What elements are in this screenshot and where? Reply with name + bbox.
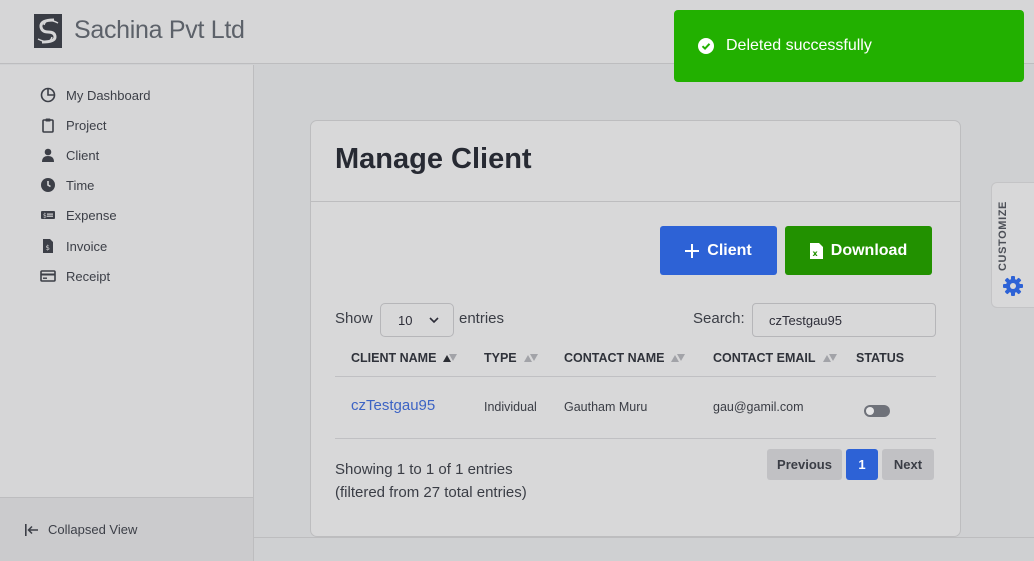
sidebar-item-project[interactable]: Project — [40, 115, 106, 135]
entries-label: entries — [459, 310, 505, 327]
sidebar-item-label: Client — [66, 147, 100, 163]
collapse-view-button[interactable]: Collapsed View — [24, 522, 137, 537]
sort-icon — [822, 354, 837, 362]
contact-name-cell: Gautham Muru — [564, 400, 648, 414]
excel-file-icon: x — [809, 242, 823, 259]
money-icon: $ — [41, 211, 55, 220]
clock-icon — [41, 178, 55, 192]
previous-page-button[interactable]: Previous — [767, 449, 842, 480]
sidebar-item-client[interactable]: Client — [40, 145, 99, 165]
contact-email-cell: gau@gamil.com — [713, 400, 804, 414]
column-header-type[interactable]: TYPE — [484, 351, 539, 365]
sidebar-item-invoice[interactable]: $ Invoice — [40, 236, 107, 256]
search-input[interactable] — [752, 303, 936, 337]
download-button[interactable]: x Download — [785, 226, 932, 275]
sidebar-item-label: Expense — [66, 207, 117, 223]
customize-tab[interactable]: CUSTOMIZE — [991, 182, 1034, 308]
footer-divider — [254, 537, 1034, 538]
manage-client-card: Manage Client Client x Download Show 10 … — [310, 120, 961, 537]
sidebar-item-label: My Dashboard — [66, 87, 151, 103]
success-toast[interactable]: Deleted successfully — [674, 10, 1024, 82]
column-header-status[interactable]: STATUS — [856, 351, 904, 365]
column-header-label: CLIENT NAME — [351, 351, 437, 365]
sidebar-item-label: Receipt — [66, 268, 111, 284]
table-filter-info-text: (filtered from 27 total entries) — [335, 484, 527, 501]
download-label: Download — [830, 241, 908, 259]
next-page-button[interactable]: Next — [882, 449, 934, 480]
collapse-view-label: Collapsed View — [48, 522, 138, 537]
show-label: Show — [335, 310, 373, 327]
sidebar-item-label: Time — [66, 177, 95, 193]
entries-per-page-select[interactable]: 10 — [380, 303, 454, 337]
entries-select-value: 10 — [398, 312, 413, 328]
client-name-link[interactable]: czTestgau95 — [351, 397, 435, 414]
sort-ascending-icon — [443, 354, 458, 362]
company-logo[interactable] — [34, 14, 62, 48]
status-toggle[interactable] — [864, 405, 890, 417]
column-header-contact-name[interactable]: CONTACT NAME — [564, 351, 686, 365]
toast-message: Deleted successfully — [726, 37, 872, 54]
add-client-button[interactable]: Client — [660, 226, 777, 275]
svg-text:$: $ — [46, 244, 50, 252]
page-title: Manage Client — [335, 143, 532, 175]
svg-text:x: x — [812, 249, 818, 258]
clipboard-icon — [42, 118, 54, 133]
company-name: Sachina Pvt Ltd — [74, 16, 245, 44]
search-label: Search: — [693, 310, 745, 327]
invoice-icon: $ — [43, 239, 53, 253]
table-bottom-divider — [335, 438, 936, 439]
chevron-down-icon — [429, 317, 439, 324]
client-type-cell: Individual — [484, 400, 537, 414]
sort-icon — [523, 354, 538, 362]
table-header-divider — [335, 376, 936, 377]
sidebar-item-time[interactable]: Time — [40, 175, 94, 195]
check-circle-icon — [698, 38, 714, 54]
sidebar: My Dashboard Project Client Time $ Expen… — [0, 65, 254, 497]
card-header: Manage Client — [311, 121, 960, 202]
column-header-label: CONTACT NAME — [564, 351, 665, 365]
add-client-label: Client — [707, 241, 752, 259]
sidebar-item-label: Project — [66, 117, 107, 133]
column-header-label: CONTACT EMAIL — [713, 351, 816, 365]
collapse-bar: Collapsed View — [0, 497, 254, 561]
receipt-icon — [40, 270, 56, 282]
svg-text:$: $ — [43, 213, 47, 220]
sidebar-item-expense[interactable]: $ Expense — [40, 205, 117, 225]
column-header-contact-email[interactable]: CONTACT EMAIL — [713, 351, 838, 365]
collapse-left-icon — [25, 523, 38, 536]
sort-icon — [671, 354, 686, 362]
sidebar-item-receipt[interactable]: Receipt — [40, 266, 110, 286]
table-info-text: Showing 1 to 1 of 1 entries — [335, 461, 513, 478]
user-icon — [42, 148, 54, 162]
pie-chart-icon — [40, 87, 56, 103]
page-1-button[interactable]: 1 — [846, 449, 878, 480]
plus-icon — [685, 243, 700, 258]
sidebar-item-my-dashboard[interactable]: My Dashboard — [40, 85, 151, 105]
sidebar-item-label: Invoice — [66, 238, 108, 254]
customize-label: CUSTOMIZE — [997, 201, 1009, 271]
gear-icon — [1003, 276, 1023, 296]
column-header-label: STATUS — [856, 351, 905, 365]
column-header-client-name[interactable]: CLIENT NAME — [351, 351, 458, 365]
column-header-label: TYPE — [484, 351, 517, 365]
